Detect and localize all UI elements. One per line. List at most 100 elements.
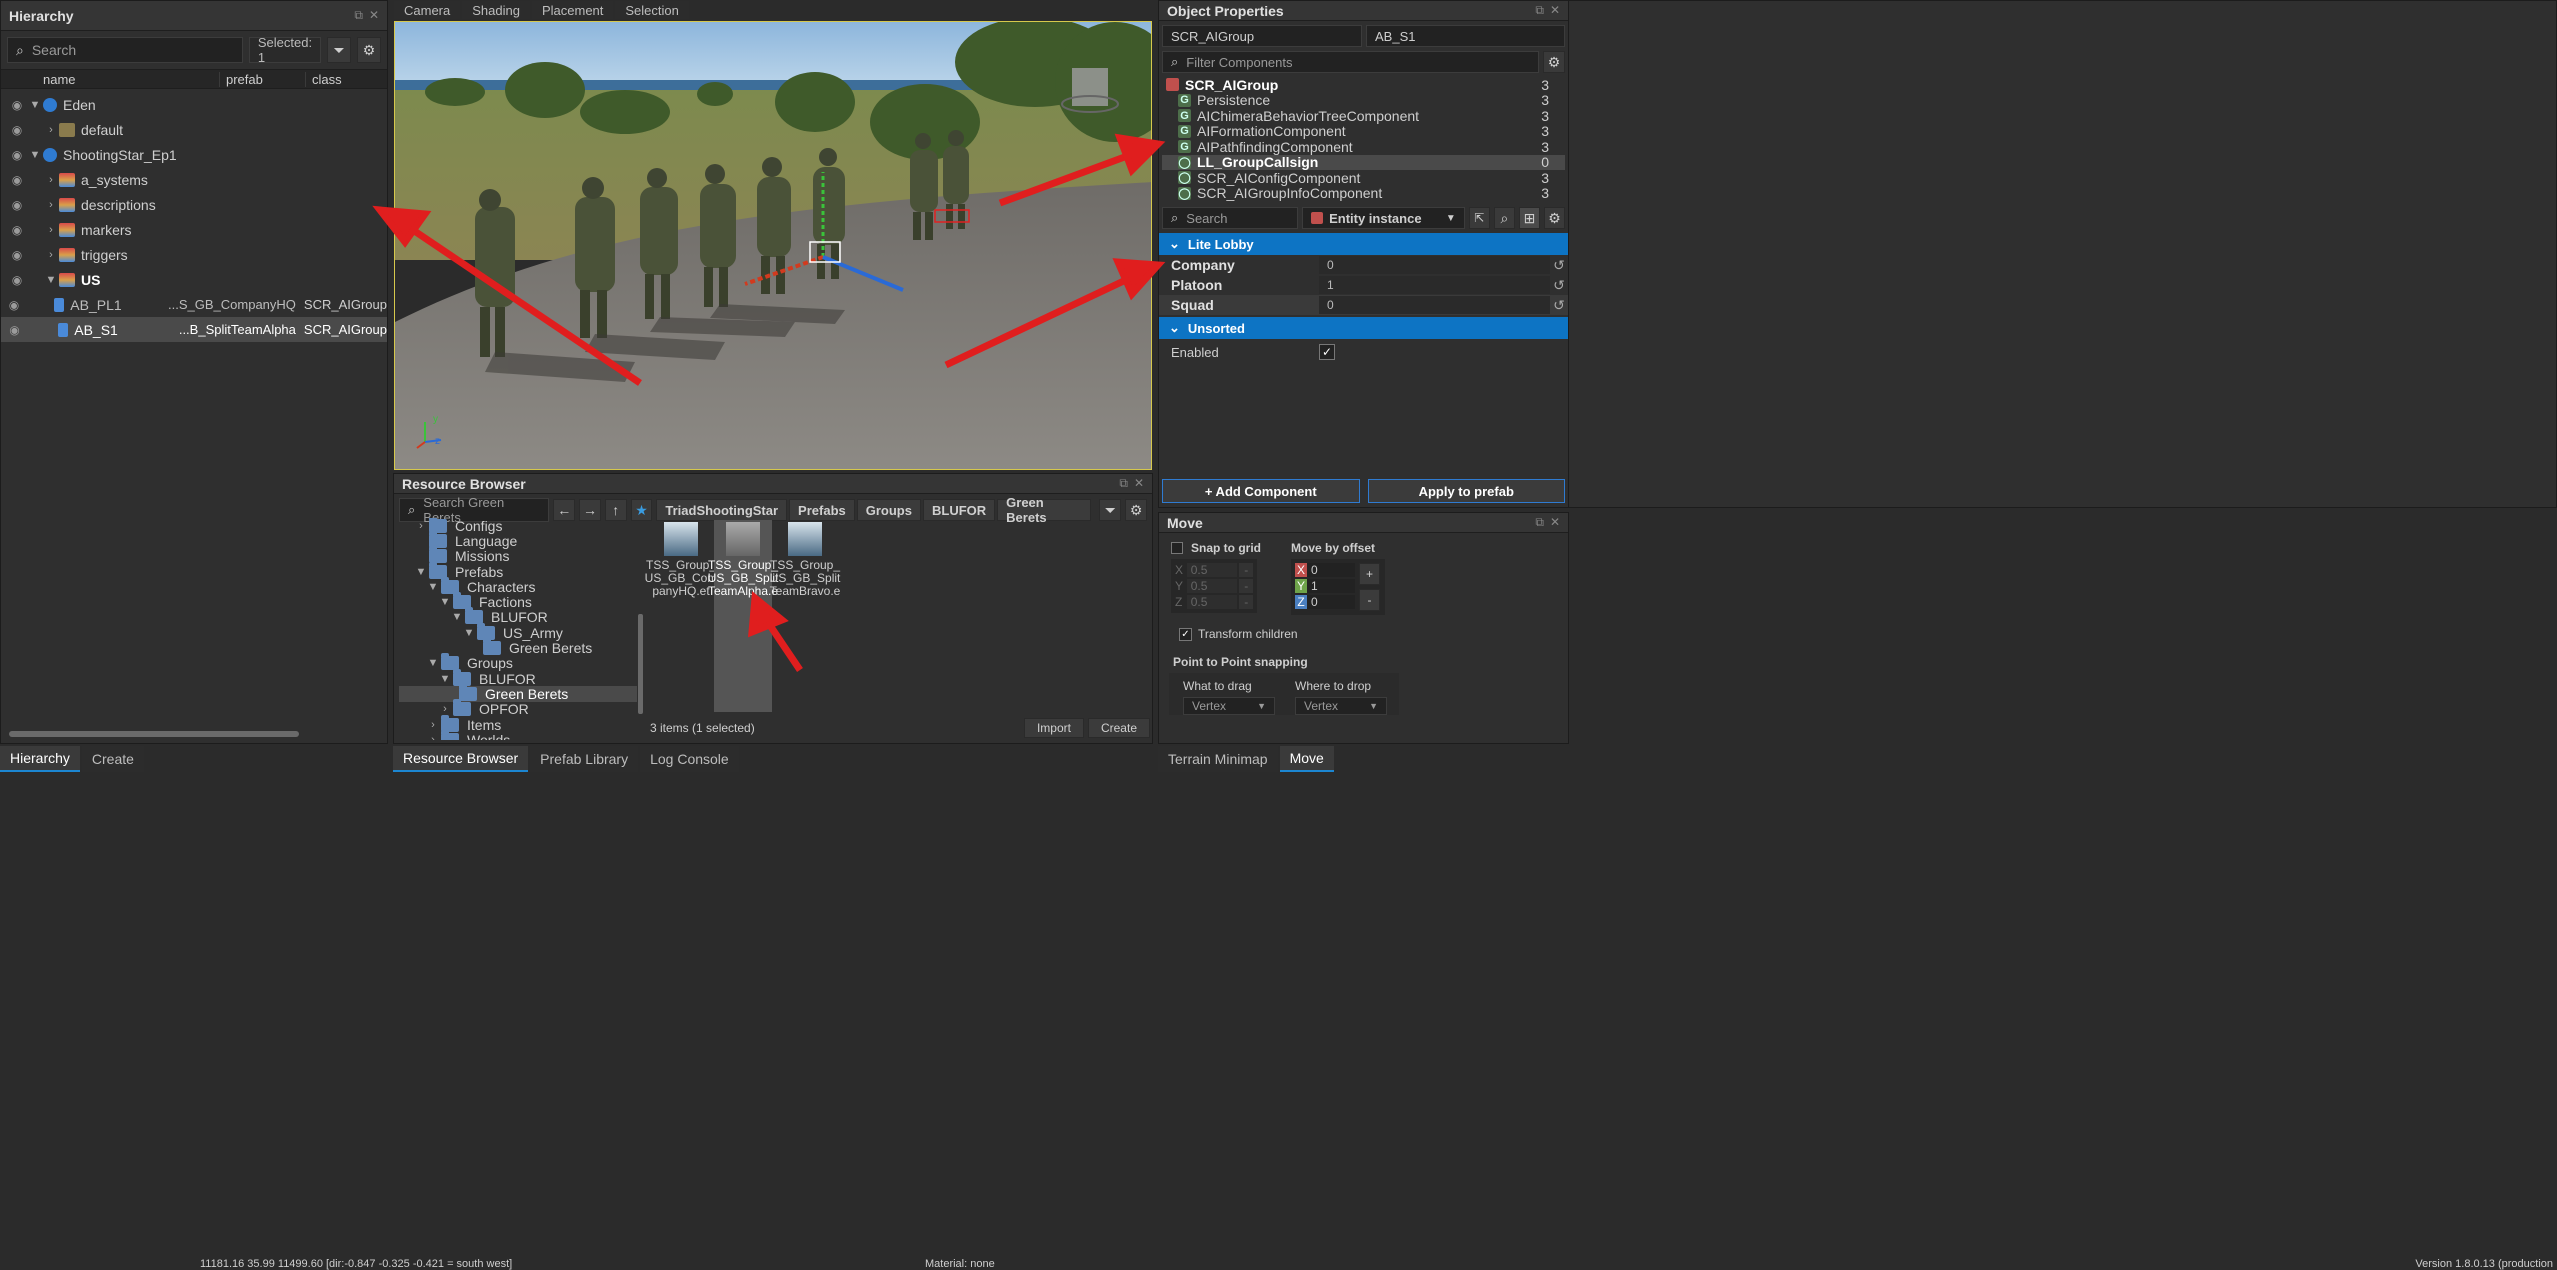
close-icon[interactable]: ✕ — [1550, 515, 1560, 530]
component-row[interactable]: G AIFormationComponent 3 — [1162, 123, 1565, 139]
tree-row-ab-s1[interactable]: ◉ AB_S1 ...B_SplitTeamAlpha SCR_AIGroup — [1, 317, 387, 342]
close-icon[interactable]: ✕ — [1550, 3, 1560, 18]
open-external-icon[interactable]: ⇱ — [1468, 207, 1490, 229]
chevron-down-icon[interactable]: ▼ — [27, 99, 43, 111]
entity-instance-select[interactable]: Entity instance ▼ — [1302, 207, 1465, 229]
viewport-shading-tab[interactable]: Shading — [462, 1, 530, 19]
resource-tree-scrollbar[interactable] — [638, 614, 643, 714]
component-row[interactable]: G Persistence 3 — [1162, 92, 1565, 108]
properties-search-input[interactable]: ⌕ Search — [1162, 207, 1299, 229]
tab-create[interactable]: Create — [81, 746, 144, 772]
chevron-right-icon[interactable]: › — [43, 224, 59, 236]
chevron-down-icon[interactable]: ▼ — [27, 149, 43, 161]
eye-icon[interactable]: ◉ — [7, 198, 27, 212]
reset-icon[interactable]: ↺ — [1550, 297, 1568, 314]
eye-icon[interactable]: ◉ — [7, 173, 27, 187]
tree-row-descriptions[interactable]: ◉ › descriptions — [1, 192, 387, 217]
add-component-button[interactable]: + Add Component — [1162, 479, 1360, 503]
column-class[interactable]: class — [305, 71, 375, 87]
tree-row-us[interactable]: ◉ ▼ US — [1, 267, 387, 292]
gear-icon[interactable]: ⚙ — [357, 37, 381, 63]
column-name[interactable]: name — [23, 72, 219, 87]
tree-folder-opfor[interactable]: › OPFOR — [399, 699, 637, 717]
chevron-down-icon[interactable]: ▼ — [43, 274, 59, 286]
eye-icon[interactable]: ◉ — [7, 123, 27, 137]
tab-move[interactable]: Move — [1279, 746, 1334, 772]
tab-terrain-minimap[interactable]: Terrain Minimap — [1158, 746, 1278, 772]
filter-components-input[interactable]: ⌕ Filter Components — [1162, 51, 1539, 73]
create-button[interactable]: Create — [1087, 718, 1150, 738]
undock-icon[interactable]: ⧉ — [1535, 515, 1544, 530]
tree-folder-groups[interactable]: ▼ Groups — [399, 653, 637, 671]
tree-row-shootingstar[interactable]: ◉ ▼ ShootingStar_Ep1 — [1, 142, 387, 167]
transform-children-checkbox[interactable]: ✓ — [1179, 627, 1192, 641]
offset-y-input[interactable]: 1 — [1307, 579, 1355, 593]
offset-plus-button[interactable]: + — [1359, 563, 1381, 585]
tree-folder-prefabs[interactable]: ▼ Prefabs — [399, 561, 637, 580]
file-item-selected[interactable]: TSS_Group_ US_GB_Split TeamAlpha.e — [708, 520, 778, 712]
chevron-right-icon[interactable]: › — [43, 199, 59, 211]
tree-row-eden[interactable]: ◉ ▼ Eden — [1, 92, 387, 117]
undock-icon[interactable]: ⧉ — [1119, 476, 1128, 491]
tree-folder-factions[interactable]: ▼ Factions — [399, 592, 637, 610]
name-field[interactable]: AB_S1 — [1366, 25, 1565, 47]
file-item[interactable]: TSS_Group_ US_GB_Com panyHQ.et — [645, 520, 717, 712]
chevron-right-icon[interactable]: › — [43, 249, 59, 261]
grid-x-input[interactable]: 0.5 — [1186, 563, 1238, 577]
tree-folder-worlds[interactable]: › Worlds — [399, 729, 637, 740]
tree-row-a-systems[interactable]: ◉ › a_systems — [1, 167, 387, 192]
close-icon[interactable]: ✕ — [369, 8, 379, 23]
eye-icon[interactable]: ◉ — [7, 98, 27, 112]
company-input[interactable]: 0 — [1319, 256, 1550, 274]
tree-folder-green-berets-group[interactable]: Green Berets — [399, 683, 637, 702]
platoon-input[interactable]: 1 — [1319, 276, 1550, 294]
tree-folder-us-army[interactable]: ▼ US_Army — [399, 622, 637, 641]
component-row[interactable]: ◯ SCR_AIGroupInfoComponent 3 — [1162, 185, 1565, 201]
tab-prefab-library[interactable]: Prefab Library — [530, 746, 639, 772]
enabled-checkbox[interactable]: ✓ — [1319, 344, 1335, 360]
tree-folder-groups-blufor[interactable]: ▼ BLUFOR — [399, 668, 637, 687]
hierarchy-hscrollbar[interactable] — [9, 731, 299, 737]
what-to-drag-select[interactable]: Vertex ▼ — [1183, 697, 1275, 715]
viewport-camera-tab[interactable]: Camera — [394, 1, 461, 19]
offset-minus-button[interactable]: - — [1359, 589, 1381, 611]
column-prefab[interactable]: prefab — [219, 71, 305, 87]
tab-log-console[interactable]: Log Console — [640, 746, 739, 772]
tree-row-markers[interactable]: ◉ › markers — [1, 217, 387, 242]
component-row-selected[interactable]: ◯ LL_GroupCallsign 0 — [1162, 154, 1565, 170]
chevron-right-icon[interactable]: › — [43, 124, 59, 136]
viewport-placement-tab[interactable]: Placement — [531, 1, 614, 19]
tree-folder-items[interactable]: › Items — [399, 714, 637, 733]
apply-to-prefab-button[interactable]: Apply to prefab — [1367, 479, 1565, 503]
import-button[interactable]: Import — [1023, 718, 1084, 738]
reset-icon[interactable]: ↺ — [1550, 277, 1568, 294]
close-icon[interactable]: ✕ — [1134, 476, 1144, 491]
grid-z-input[interactable]: 0.5 — [1186, 595, 1238, 609]
offset-z-input[interactable]: 0 — [1307, 595, 1355, 609]
tree-row-triggers[interactable]: ◉ › triggers — [1, 242, 387, 267]
hierarchy-view-icon[interactable]: ⊞ — [1518, 207, 1540, 229]
gear-icon[interactable]: ⚙ — [1543, 51, 1565, 73]
eye-icon[interactable]: ◉ — [7, 148, 27, 162]
component-row[interactable]: SCR_AIGroup 3 — [1162, 77, 1565, 93]
component-row[interactable]: G AIChimeraBehaviorTreeComponent 3 — [1162, 108, 1565, 124]
undock-icon[interactable]: ⧉ — [354, 8, 363, 23]
tab-hierarchy[interactable]: Hierarchy — [0, 746, 80, 772]
component-row[interactable]: G AIPathfindingComponent 3 — [1162, 139, 1565, 155]
tree-folder-blufor[interactable]: ▼ BLUFOR — [399, 607, 637, 625]
viewport-selection-tab[interactable]: Selection — [615, 1, 689, 19]
snap-to-grid-checkbox[interactable] — [1171, 542, 1183, 554]
eye-icon[interactable]: ◉ — [7, 223, 27, 237]
tree-row-default[interactable]: ◉ › default — [1, 117, 387, 142]
undock-icon[interactable]: ⧉ — [1535, 3, 1544, 18]
filter-icon[interactable]: ⏷ — [327, 37, 352, 63]
eye-icon[interactable]: ◉ — [7, 248, 27, 262]
tree-folder-green-berets-char[interactable]: Green Berets — [399, 638, 637, 656]
chevron-right-icon[interactable]: › — [43, 174, 59, 186]
grid-y-input[interactable]: 0.5 — [1186, 579, 1238, 593]
section-lite-lobby[interactable]: ⌄ Lite Lobby — [1159, 233, 1568, 255]
hierarchy-search-input[interactable]: ⌕ Search — [7, 37, 243, 63]
file-item[interactable]: TSS_Group_ US_GB_Split TeamBravo.e — [770, 520, 840, 712]
eye-icon[interactable]: ◉ — [7, 298, 21, 312]
component-row[interactable]: ◯ SCR_AIConfigComponent 3 — [1162, 170, 1565, 186]
